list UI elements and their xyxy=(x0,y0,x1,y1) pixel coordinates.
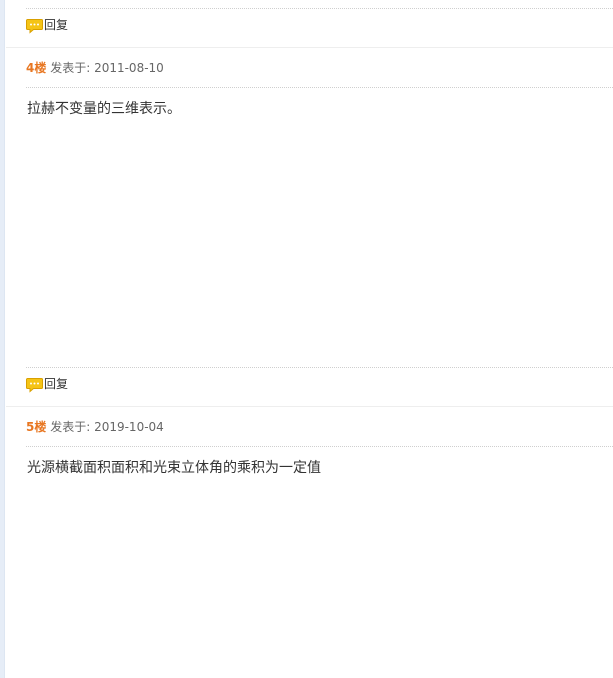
reply-bar: 回复 xyxy=(6,8,613,48)
reply-button[interactable]: 回复 xyxy=(26,17,68,34)
posted-label: 发表于: xyxy=(50,420,91,434)
reply-label[interactable]: 回复 xyxy=(44,376,68,393)
reply-label[interactable]: 回复 xyxy=(44,17,68,34)
post-meta: 5楼 发表于: 2019-10-04 xyxy=(26,420,164,434)
posted-label: 发表于: xyxy=(50,61,91,75)
floor-number[interactable]: 5楼 xyxy=(26,420,46,434)
speech-bubble-icon xyxy=(26,17,43,34)
divider xyxy=(26,446,613,447)
divider xyxy=(26,87,613,88)
post-content: 拉赫不变量的三维表示。 xyxy=(27,101,181,117)
reply-button[interactable]: 回复 xyxy=(26,376,68,393)
speech-bubble-icon xyxy=(26,376,43,393)
divider xyxy=(26,367,613,368)
post-header: 4楼 发表于: 2011-08-10 xyxy=(26,48,613,88)
post-content: 光源横截面积面积和光束立体角的乘积为一定值 xyxy=(27,460,321,476)
reply-bar: 回复 xyxy=(6,367,613,407)
forum-thread-page: 回复 4楼 发表于: 2011-08-10 拉赫不变量的三维表示。 回复 5楼 … xyxy=(0,0,613,678)
divider xyxy=(26,8,613,9)
floor-number[interactable]: 4楼 xyxy=(26,61,46,75)
post-date: 2019-10-04 xyxy=(94,420,164,434)
post-header: 5楼 发表于: 2019-10-04 xyxy=(26,407,613,447)
post-date: 2011-08-10 xyxy=(94,61,164,75)
left-rail xyxy=(0,0,5,678)
post-meta: 4楼 发表于: 2011-08-10 xyxy=(26,61,164,75)
